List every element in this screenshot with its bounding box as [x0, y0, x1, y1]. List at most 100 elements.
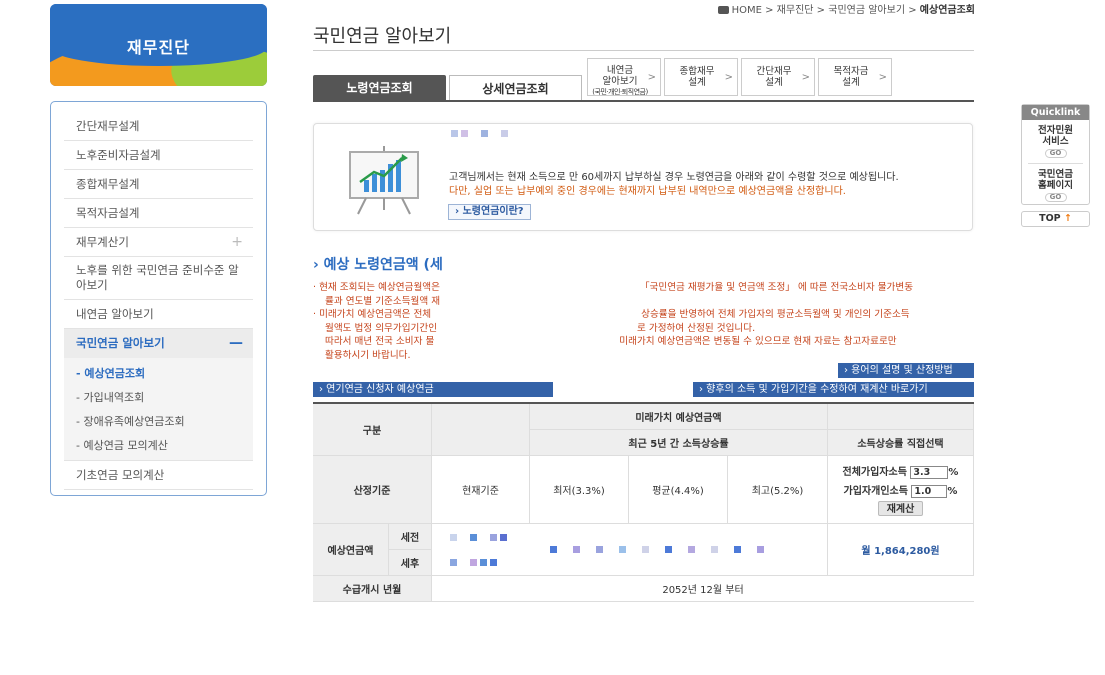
- th-start: 수급개시 년월: [313, 576, 432, 602]
- plus-icon: +: [231, 234, 243, 250]
- sidebar-item-simple-plan[interactable]: 간단재무설계: [64, 112, 253, 141]
- pension-table: 구분 미래가치 예상연금액 최근 5년 간 소득상승률 소득상승률 직접선택 산…: [313, 402, 974, 602]
- terms-button[interactable]: › 용어의 설명 및 산정방법: [838, 363, 974, 378]
- sidebar-item-retirement-fund[interactable]: 노후준비자금설계: [64, 141, 253, 170]
- pct: %: [947, 486, 958, 497]
- quicklink-civil-service[interactable]: 전자민원 서비스 GO: [1022, 125, 1089, 158]
- note-text: · 미래가치 예상연금액은 전체: [313, 309, 432, 320]
- quicklink-panel: Quicklink 전자민원 서비스 GO 국민연금 홈페이지 GO: [1021, 104, 1090, 205]
- sidebar-item-basic-pension[interactable]: 기초연금 모의계산: [64, 461, 253, 490]
- breadcrumb: HOME > 재무진단 > 국민연금 알아보기 > 예상연금조회: [700, 1, 975, 16]
- quicklink-label: 서비스: [1042, 136, 1069, 147]
- tab-detail-pension[interactable]: 상세연금조회: [449, 75, 582, 101]
- note-line: · 현재 조회되는 예상연금월액은 「국민연금 재평가율 및 연금액 조정」 에 …: [313, 281, 975, 295]
- sidebar-item-my-pension[interactable]: 내연금 알아보기: [64, 300, 253, 329]
- th-min: 최저(3.3%): [530, 456, 629, 524]
- tab-label: 설계: [842, 77, 860, 88]
- quicklink-nps-homepage[interactable]: 국민연금 홈페이지 GO: [1022, 169, 1089, 202]
- brand-title: 재무진단: [127, 38, 190, 57]
- breadcrumb-current: 예상연금조회: [919, 5, 975, 16]
- what-is-pension-button[interactable]: › 노령연금이란?: [448, 204, 531, 220]
- tab-comprehensive-plan[interactable]: 종합재무 설계 >: [664, 58, 738, 96]
- masked-value: [450, 559, 497, 566]
- sidebar-item-purpose-fund[interactable]: 목적자금설계: [64, 199, 253, 228]
- start-value: 2052년 12월 부터: [432, 576, 974, 602]
- sidebar-item-national-pension[interactable]: 국민연금 알아보기 —: [64, 329, 253, 358]
- submenu-disability-survivor[interactable]: - 장애유족예상연금조회: [64, 410, 253, 434]
- go-button[interactable]: GO: [1044, 193, 1067, 202]
- tab-label: 간단재무: [756, 66, 792, 77]
- note-line: · 미래가치 예상연금액은 전체 상승률을 반영하여 전체 가입자의 평균소득월액…: [313, 308, 975, 322]
- th-masked: [432, 404, 530, 456]
- chevron-right-icon: >: [724, 72, 733, 83]
- note-text: 로 가정하여 산정된 것입니다.: [637, 322, 756, 334]
- title-divider: [313, 50, 974, 51]
- tab-my-pension[interactable]: 내연금 알아보기 (국민·개인·퇴직연금) >: [587, 58, 661, 96]
- recalc-shortcut-button[interactable]: › 향후의 소득 및 가입기간을 수정하여 재계산 바로가기: [693, 382, 974, 397]
- masked-amounts: [432, 524, 828, 576]
- th-basis: 산정기준: [313, 456, 432, 524]
- sidebar-item-comprehensive-plan[interactable]: 종합재무설계: [64, 170, 253, 199]
- note-text: 활용하시기 바랍니다.: [325, 349, 411, 361]
- note-text: 따라서 매년 전국 소비자 물: [325, 336, 435, 347]
- label: 가입자개인소득: [843, 486, 908, 497]
- section-title: › 예상 노령연금액 (세: [313, 257, 443, 273]
- quicklink-label: 전자민원: [1038, 125, 1073, 136]
- masked-name: [451, 130, 508, 137]
- th-amount: 예상연금액: [313, 524, 389, 576]
- arrow-up-icon: ↑: [1063, 213, 1072, 224]
- tab-label: 설계: [765, 77, 783, 88]
- page-title: 국민연금 알아보기: [313, 26, 452, 47]
- sidebar-item-calculator[interactable]: 재무계산기 +: [64, 228, 253, 257]
- tab-old-age-pension[interactable]: 노령연금조회: [313, 75, 446, 101]
- note-text: 상승률을 반영하여 전체 가입자의 평균소득월액 및 개인의 기준소득: [641, 309, 910, 320]
- th-max: 최고(5.2%): [728, 456, 828, 524]
- sidebar-item-pension-readiness[interactable]: 노후를 위한 국민연금 준비수준 알아보기: [64, 257, 253, 300]
- tab-underline: [313, 100, 974, 102]
- breadcrumb-item[interactable]: 재무진단: [777, 5, 814, 16]
- deferred-pension-button[interactable]: › 연기연금 신청자 예상연금: [313, 382, 553, 397]
- tab-label: 내연금: [606, 65, 634, 76]
- tab-simple-plan[interactable]: 간단재무 설계 >: [741, 58, 815, 96]
- th-gubun: 구분: [313, 404, 432, 456]
- breadcrumb-sep: >: [765, 5, 774, 16]
- breadcrumb-item[interactable]: 국민연금 알아보기: [828, 5, 905, 16]
- note-text: 월액도 법정 의무가입기간인: [325, 322, 438, 334]
- brand-banner[interactable]: 재무진단: [50, 4, 267, 86]
- submenu-mock-calc[interactable]: - 예상연금 모의계산: [64, 434, 253, 458]
- breadcrumb-sep: >: [908, 5, 917, 16]
- note-line: 월액도 법정 의무가입기간인 로 가정하여 산정된 것입니다.: [313, 322, 975, 336]
- masked-value: [450, 534, 507, 541]
- top-button[interactable]: TOP ↑: [1021, 211, 1090, 227]
- quicklink-label: 홈페이지: [1038, 180, 1073, 191]
- note-text: · 현재 조회되는 예상연금월액은: [313, 282, 440, 293]
- recalc-button[interactable]: 재계산: [877, 501, 924, 516]
- all-income-select[interactable]: 3.3: [910, 466, 949, 479]
- quicklink-label: 국민연금: [1038, 169, 1073, 180]
- th-current: 현재기준: [432, 456, 530, 524]
- submenu-subscription-history[interactable]: - 가입내역조회: [64, 386, 253, 410]
- th-future: 미래가치 예상연금액: [530, 404, 828, 430]
- sidebar-nav: 간단재무설계 노후준비자금설계 종합재무설계 목적자금설계 재무계산기 + 노후…: [50, 101, 267, 496]
- tab-label: 설계: [688, 77, 706, 88]
- info-box: 고객님께서는 현재 소득으로 만 60세까지 납부하실 경우 노령연금을 아래와…: [313, 123, 973, 231]
- amount-cell: 월 1,864,280원: [828, 524, 974, 576]
- note-line: 따라서 매년 전국 소비자 물 미래가치 예상연금액은 변동될 수 있으므로 현재…: [313, 335, 975, 349]
- th-aftertax: 세후: [389, 550, 432, 576]
- info-text: 고객님께서는 현재 소득으로 만 60세까지 납부하실 경우 노령연금을 아래와…: [449, 172, 899, 183]
- chevron-right-icon: >: [647, 72, 656, 83]
- breadcrumb-home[interactable]: HOME: [732, 5, 762, 16]
- th-direct: 소득상승률 직접선택: [828, 430, 974, 456]
- chevron-right-icon: >: [801, 72, 810, 83]
- quicklink-title: Quicklink: [1022, 105, 1089, 120]
- th-future-cont: [828, 404, 974, 430]
- masked-value: [550, 546, 764, 553]
- tab-purpose-fund[interactable]: 목적자금 설계 >: [818, 58, 892, 96]
- personal-income-input[interactable]: 1.0: [911, 485, 948, 498]
- submenu-expected-pension[interactable]: - 예상연금조회: [64, 362, 253, 386]
- note-text: 「국민연금 재평가율 및 연금액 조정」 에 따른 전국소비자 물가변동: [639, 282, 914, 293]
- direct-select-panel: 전체가입자소득 3.3% 가입자개인소득 1.0% 재계산: [828, 456, 974, 524]
- pct: %: [948, 467, 959, 478]
- go-button[interactable]: GO: [1044, 149, 1067, 158]
- tab-label: 종합재무: [679, 66, 715, 77]
